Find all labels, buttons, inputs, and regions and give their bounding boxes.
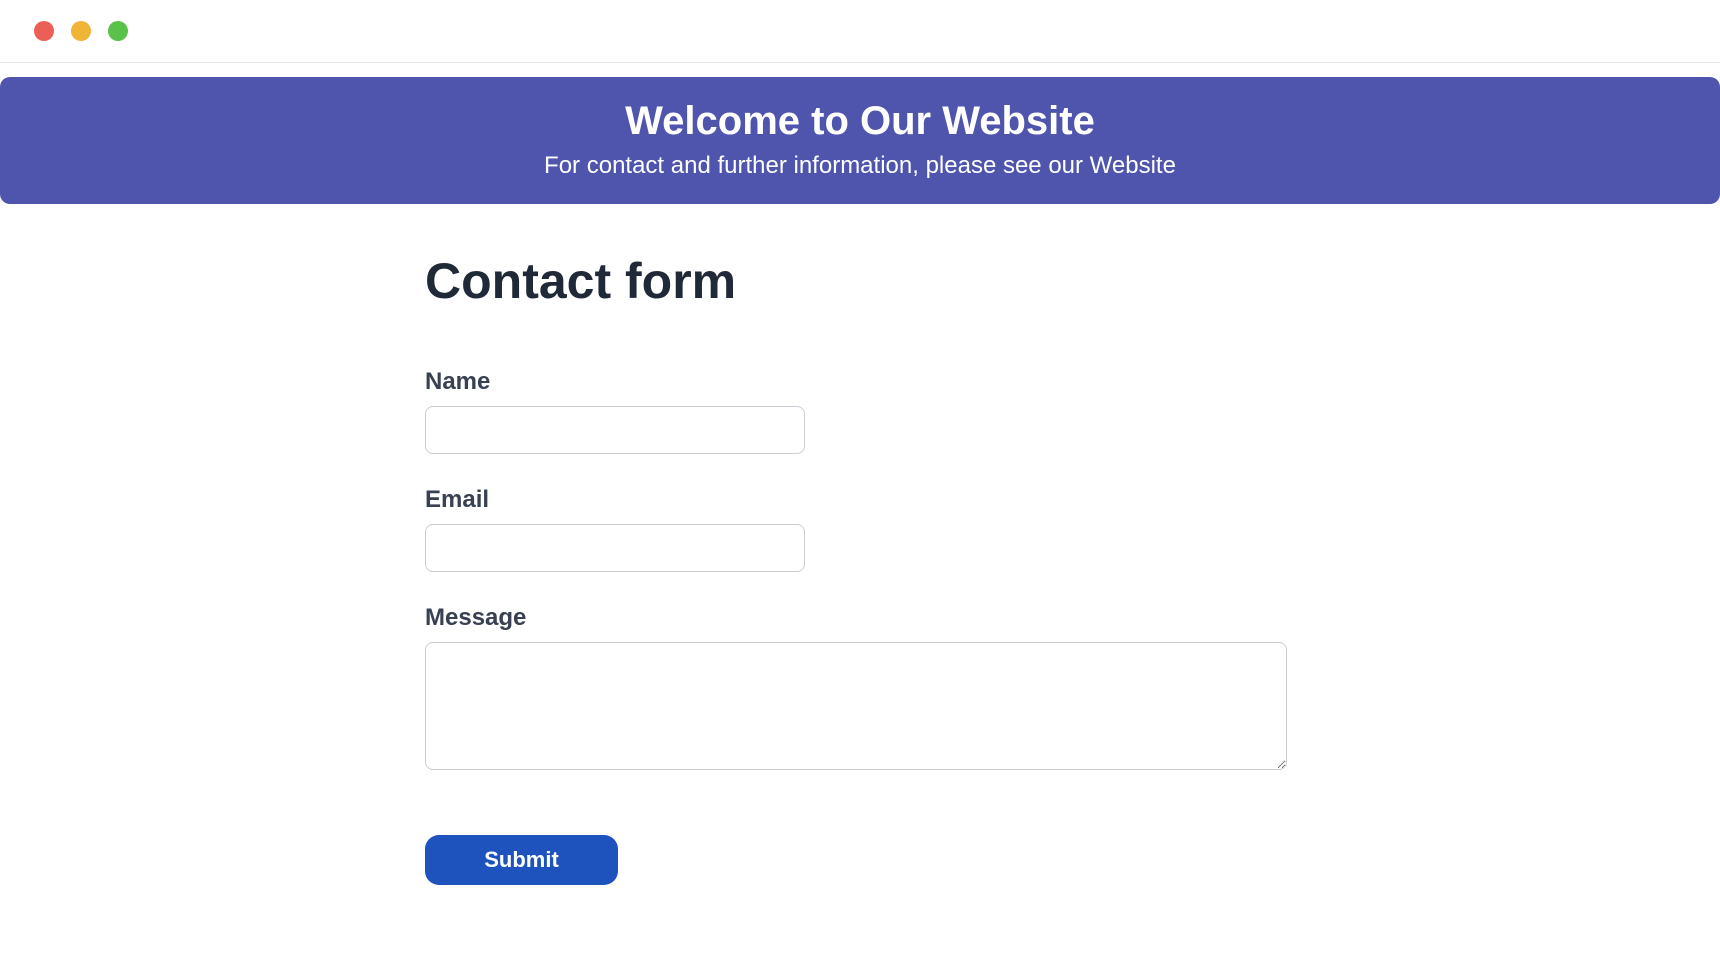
name-input[interactable]	[425, 406, 805, 454]
form-group-email: Email	[425, 486, 1295, 572]
message-label: Message	[425, 604, 1295, 632]
page-heading: Contact form	[425, 252, 1295, 310]
email-label: Email	[425, 486, 1295, 514]
window-close-icon[interactable]	[34, 21, 54, 41]
window-chrome	[0, 0, 1720, 63]
window-maximize-icon[interactable]	[108, 21, 128, 41]
name-label: Name	[425, 368, 1295, 396]
banner-subtitle: For contact and further information, ple…	[0, 152, 1720, 180]
traffic-lights	[34, 21, 128, 41]
window-minimize-icon[interactable]	[71, 21, 91, 41]
banner-title: Welcome to Our Website	[0, 99, 1720, 144]
form-group-name: Name	[425, 368, 1295, 454]
form-group-message: Message	[425, 604, 1295, 775]
content: Contact form Name Email Message Submit	[425, 204, 1295, 885]
submit-button[interactable]: Submit	[425, 835, 618, 885]
email-input[interactable]	[425, 524, 805, 572]
banner: Welcome to Our Website For contact and f…	[0, 77, 1720, 204]
message-textarea[interactable]	[425, 642, 1287, 770]
